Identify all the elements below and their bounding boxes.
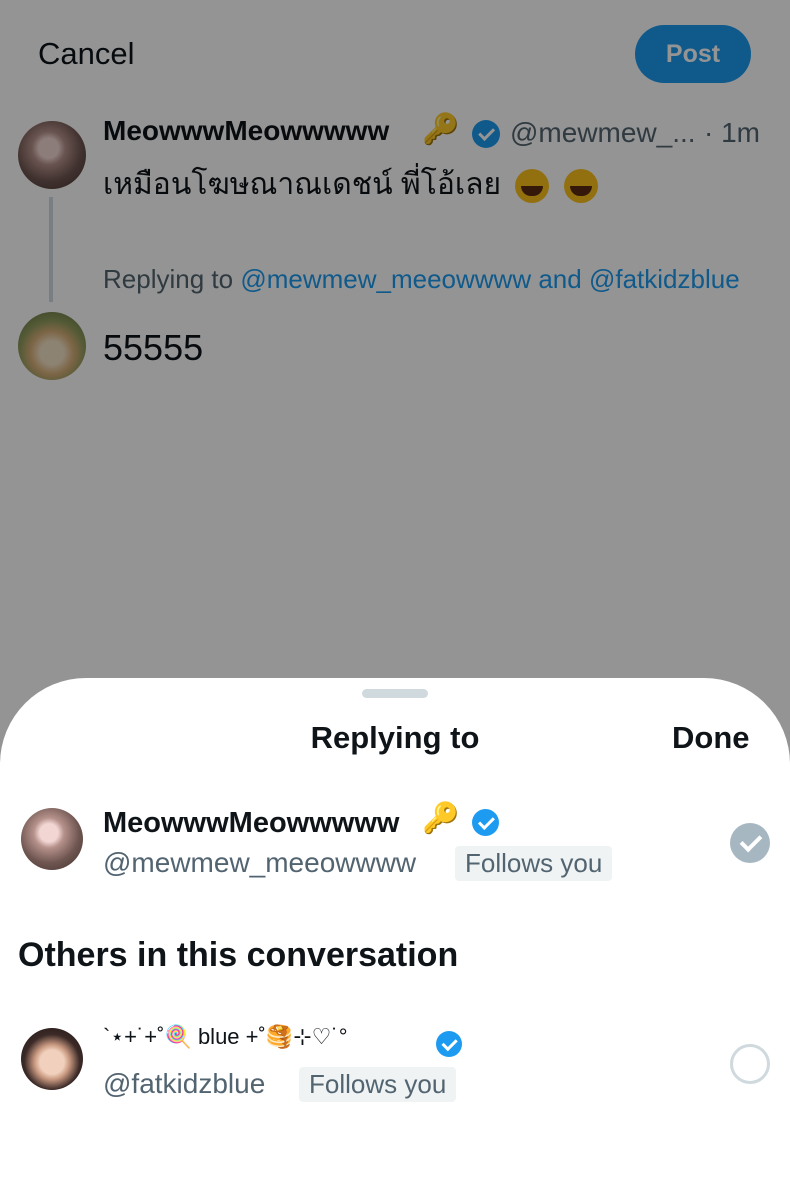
user-display-name: MeowwwMeowwwww	[103, 807, 400, 839]
replying-to-sheet: Replying to Done MeowwwMeowwwww 🔑 @mewme…	[0, 678, 790, 1200]
follows-you-badge: Follows you	[455, 846, 613, 881]
user-handle: @mewmew_meeowwww	[103, 847, 417, 878]
follows-you-badge: Follows you	[299, 1067, 457, 1102]
key-emoji: 🔑	[422, 802, 460, 835]
avatar	[21, 1028, 83, 1090]
user-handle: @fatkidzblue	[103, 1068, 266, 1099]
sheet-drag-handle[interactable]	[362, 689, 428, 698]
user-display-name: `⋆+˙+˚🍭 blue +˚🥞⊹♡˙°	[103, 1024, 348, 1049]
verified-badge-icon	[436, 1031, 462, 1057]
avatar	[21, 808, 83, 870]
selected-checkmark-icon[interactable]	[730, 823, 770, 863]
verified-badge-icon	[472, 809, 499, 836]
unselected-circle-icon[interactable]	[730, 1044, 770, 1084]
others-heading: Others in this conversation	[18, 936, 459, 974]
done-button[interactable]: Done	[672, 720, 750, 756]
